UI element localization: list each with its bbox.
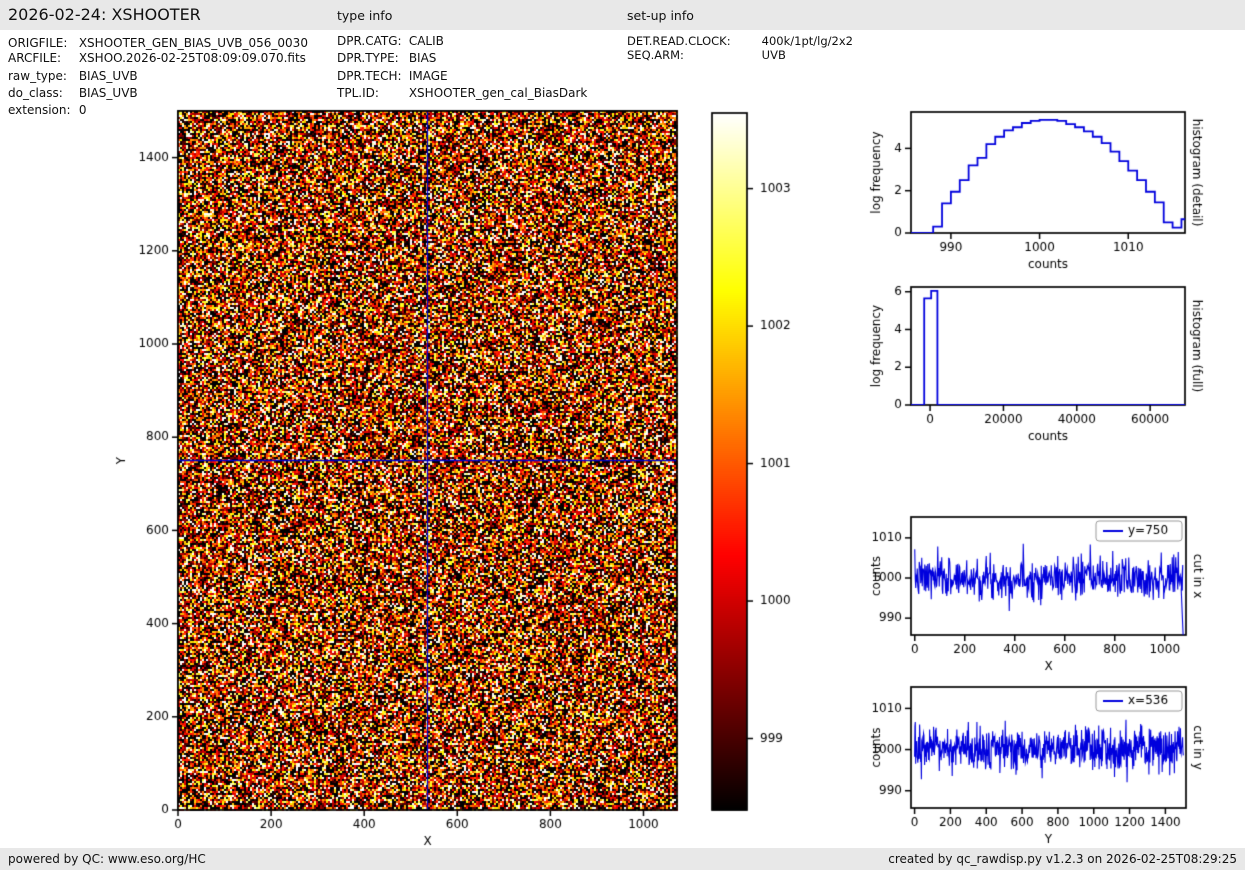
type-info-heading: type info — [337, 8, 392, 23]
footer-bar: powered by QC: www.eso.org/HC created by… — [0, 848, 1245, 870]
metadata-value: XSHOO.2026-02-25T08:09:09.070.fits — [79, 51, 306, 65]
metadata-row-do-class: do_class: BIAS_UVB — [8, 86, 138, 100]
metadata-row-arcfile: ARCFILE: XSHOO.2026-02-25T08:09:09.070.f… — [8, 51, 306, 65]
metadata-value: XSHOOTER_GEN_BIAS_UVB_056_0030 — [79, 36, 308, 50]
metadata-label: SEQ.ARM: — [627, 48, 758, 62]
metadata-value: 400k/1pt/lg/2x2 — [762, 34, 853, 48]
metadata-row-dpr-type: DPR.TYPE: BIAS — [337, 51, 436, 65]
metadata-row-raw-type: raw_type: BIAS_UVB — [8, 69, 138, 83]
metadata-row-seq-arm: SEQ.ARM: UVB — [627, 48, 786, 62]
page-title: 2026-02-24: XSHOOTER — [8, 5, 201, 24]
metadata-value: IMAGE — [409, 69, 448, 83]
metadata-label: raw_type: — [8, 69, 75, 83]
qc-report-page: 2026-02-24: XSHOOTER type info set-up in… — [0, 0, 1245, 870]
metadata-value: BIAS — [409, 51, 437, 65]
metadata-row-extension: extension: 0 — [8, 103, 86, 117]
metadata-row-read-clock: DET.READ.CLOCK: 400k/1pt/lg/2x2 — [627, 34, 853, 48]
metadata-value: UVB — [762, 48, 786, 62]
metadata-label: DPR.TECH: — [337, 69, 405, 83]
header-bar: 2026-02-24: XSHOOTER type info set-up in… — [0, 0, 1245, 30]
metadata-label: DET.READ.CLOCK: — [627, 34, 758, 48]
metadata-label: DPR.CATG: — [337, 34, 405, 48]
metadata-row-origfile: ORIGFILE: XSHOOTER_GEN_BIAS_UVB_056_0030 — [8, 36, 308, 50]
metadata-row-tpl-id: TPL.ID: XSHOOTER_gen_cal_BiasDark — [337, 86, 587, 100]
metadata-value: XSHOOTER_gen_cal_BiasDark — [409, 86, 588, 100]
metadata-row-dpr-catg: DPR.CATG: CALIB — [337, 34, 444, 48]
metadata-value: BIAS_UVB — [79, 69, 138, 83]
footer-powered-by: powered by QC: www.eso.org/HC — [8, 852, 206, 866]
bias-image-plot — [95, 90, 695, 847]
metadata-row-dpr-tech: DPR.TECH: IMAGE — [337, 69, 448, 83]
metadata-label: ARCFILE: — [8, 51, 75, 65]
metadata-label: TPL.ID: — [337, 86, 405, 100]
colorbar — [700, 100, 820, 820]
setup-info-heading: set-up info — [627, 8, 694, 23]
metadata-label: do_class: — [8, 86, 75, 100]
metadata-value: BIAS_UVB — [79, 86, 138, 100]
metadata-value: 0 — [79, 103, 87, 117]
metadata-value: CALIB — [409, 34, 444, 48]
histogram-detail-plot — [855, 95, 1245, 280]
histogram-full-plot — [855, 267, 1245, 447]
cut-in-x-plot — [855, 500, 1245, 675]
footer-created-by: created by qc_rawdisp.py v1.2.3 on 2026-… — [888, 852, 1237, 866]
metadata-label: DPR.TYPE: — [337, 51, 405, 65]
cut-in-y-plot — [855, 670, 1245, 848]
metadata-label: extension: — [8, 103, 75, 117]
metadata-label: ORIGFILE: — [8, 36, 75, 50]
